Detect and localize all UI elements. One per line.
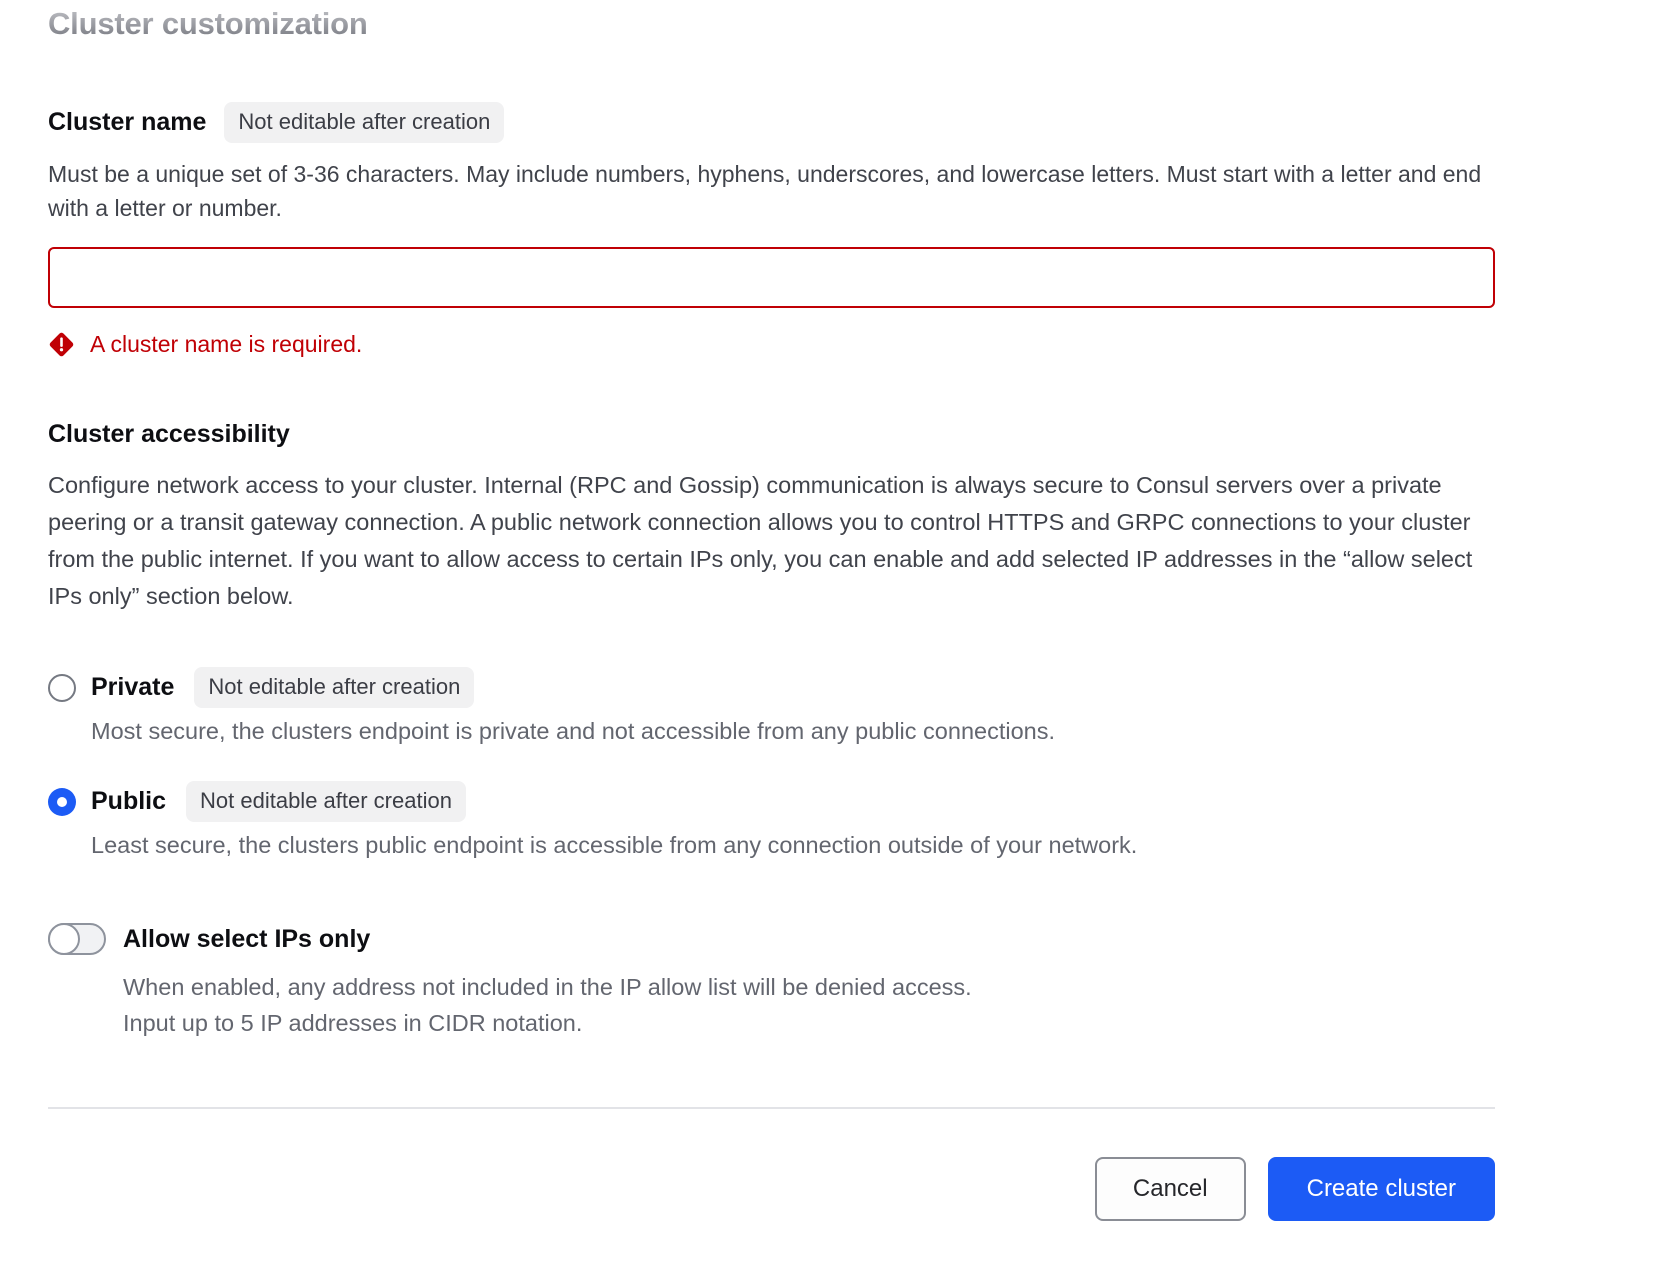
- cluster-accessibility-heading: Cluster accessibility: [48, 420, 1495, 449]
- private-radio-button[interactable]: [48, 674, 76, 702]
- cluster-accessibility-description: Configure network access to your cluster…: [48, 467, 1495, 615]
- cluster-name-badge: Not editable after creation: [224, 102, 504, 143]
- private-radio-label: Private: [91, 673, 174, 702]
- cluster-name-label-row: Cluster name Not editable after creation: [48, 102, 1495, 143]
- cluster-name-error: A cluster name is required.: [48, 331, 1495, 358]
- public-radio-label: Public: [91, 787, 166, 816]
- cluster-name-error-text: A cluster name is required.: [90, 331, 362, 358]
- allow-select-ips-description-line1: When enabled, any address not included i…: [123, 969, 1495, 1005]
- allow-select-ips-row: Allow select IPs only: [48, 923, 1495, 955]
- alert-diamond-icon: [48, 331, 75, 358]
- cluster-name-helper-text: Must be a unique set of 3-36 characters.…: [48, 157, 1495, 225]
- footer-divider: [48, 1107, 1495, 1109]
- private-badge: Not editable after creation: [194, 667, 474, 708]
- footer-actions: Cancel Create cluster: [48, 1157, 1495, 1221]
- public-radio-button[interactable]: [48, 788, 76, 816]
- allow-select-ips-label: Allow select IPs only: [123, 925, 370, 954]
- radio-option-private: Private Not editable after creation: [48, 667, 1495, 708]
- cluster-name-label: Cluster name: [48, 108, 206, 137]
- create-cluster-button[interactable]: Create cluster: [1268, 1157, 1495, 1221]
- page-title: Cluster customization: [48, 6, 1495, 42]
- cluster-customization-form: Cluster customization Cluster name Not e…: [48, 0, 1495, 1221]
- public-badge: Not editable after creation: [186, 781, 466, 822]
- cluster-name-input[interactable]: [48, 247, 1495, 308]
- allow-select-ips-description: When enabled, any address not included i…: [123, 969, 1495, 1041]
- allow-select-ips-description-line2: Input up to 5 IP addresses in CIDR notat…: [123, 1005, 1495, 1041]
- radio-option-public: Public Not editable after creation: [48, 781, 1495, 822]
- private-option-description: Most secure, the clusters endpoint is pr…: [91, 718, 1495, 745]
- toggle-knob: [48, 923, 80, 955]
- allow-select-ips-toggle[interactable]: [48, 923, 106, 955]
- cancel-button[interactable]: Cancel: [1095, 1157, 1246, 1221]
- public-option-description: Least secure, the clusters public endpoi…: [91, 832, 1495, 859]
